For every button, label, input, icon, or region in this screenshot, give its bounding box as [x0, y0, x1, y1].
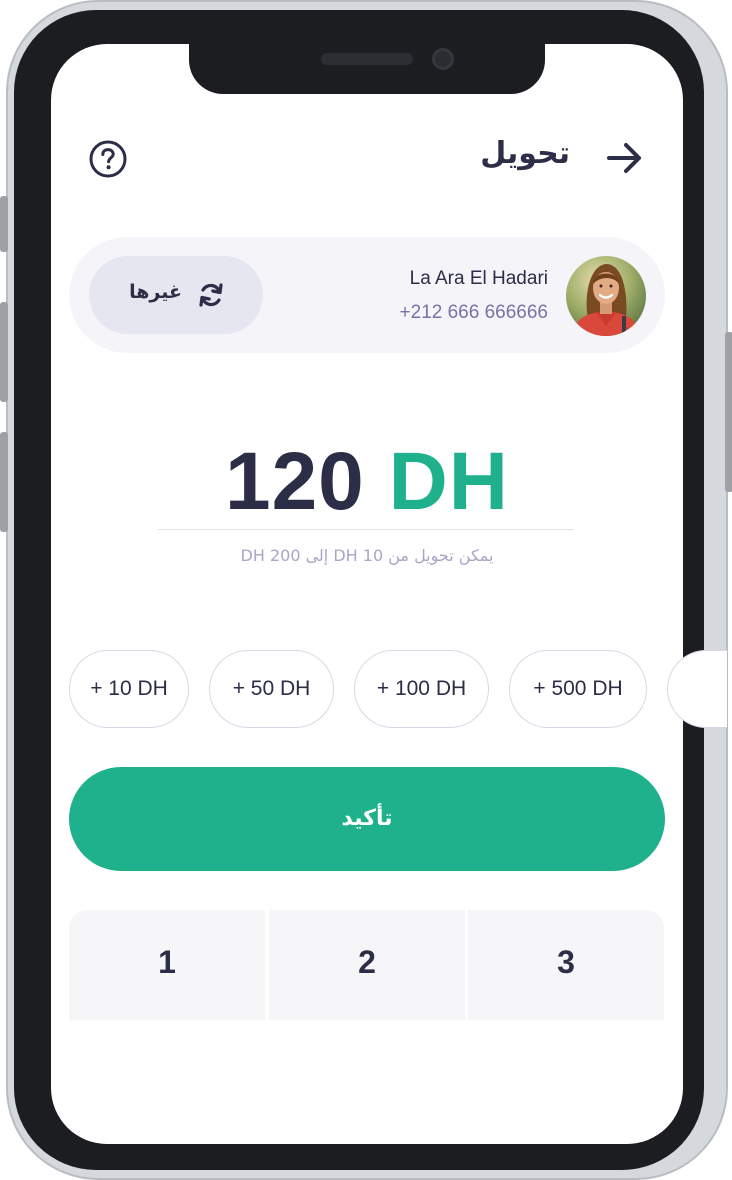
back-button[interactable] — [604, 138, 646, 178]
question-circle-icon — [89, 140, 127, 178]
keypad-key-2[interactable]: 2 — [269, 910, 465, 1020]
recipient-avatar — [566, 256, 646, 336]
quick-add-10-button[interactable]: + 10 DH — [69, 650, 189, 728]
power-button — [725, 332, 732, 492]
amount-currency: DH — [388, 436, 510, 527]
amount-divider — [158, 529, 574, 530]
confirm-button[interactable]: تأكيد — [69, 767, 665, 871]
earpiece-speaker — [321, 53, 413, 65]
recipient-phone: +212 666 666666 — [399, 302, 548, 323]
keypad-key-1[interactable]: 1 — [69, 910, 265, 1020]
arrow-right-icon — [607, 143, 641, 173]
recipient-name: La Ara El Hadari — [409, 268, 548, 289]
amount-display: 120 DH — [160, 432, 574, 532]
help-button[interactable] — [88, 139, 128, 179]
amount-value: 120 — [224, 436, 365, 527]
notch — [189, 44, 545, 94]
change-recipient-label: غيرها — [129, 281, 182, 303]
refresh-icon — [197, 281, 225, 309]
keypad-key-3[interactable]: 3 — [468, 910, 664, 1020]
page-title: تحويل — [480, 136, 570, 171]
quick-add-100-button[interactable]: + 100 DH — [354, 650, 489, 728]
amount-limit-hint: يمكن تحويل من 10 DH إلى 200 DH — [240, 546, 494, 565]
quick-add-50-button[interactable]: + 50 DH — [209, 650, 334, 728]
mute-switch — [0, 196, 8, 252]
volume-down-button — [0, 432, 8, 532]
volume-up-button — [0, 302, 8, 402]
front-camera — [432, 48, 454, 70]
quick-add-500-button[interactable]: + 500 DH — [509, 650, 647, 728]
